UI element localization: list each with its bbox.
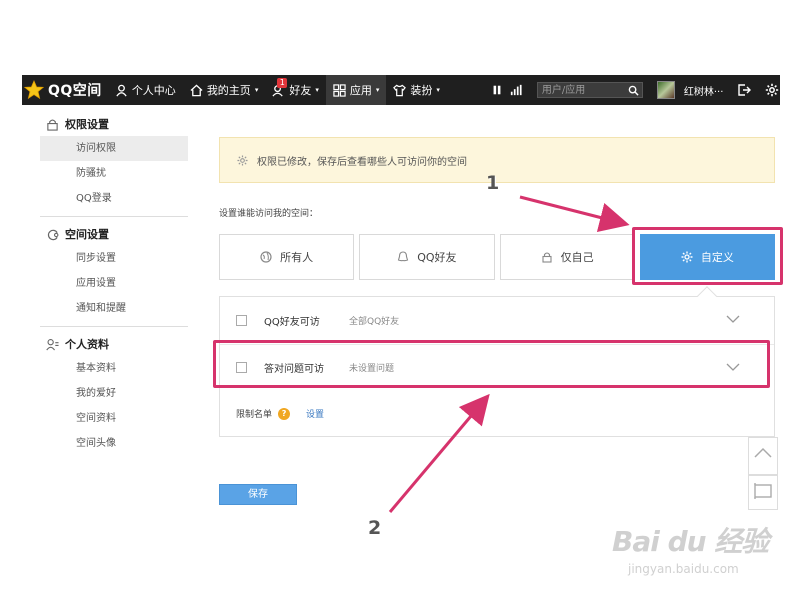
annotation-arrow-1 [519,195,630,233]
home-icon [190,84,203,96]
gear-icon [237,154,248,166]
shirt-icon [393,84,407,96]
topbar-tools [491,84,523,96]
option-label: 所有人 [280,251,314,264]
sidebar-item-basic-info[interactable]: 基本资料 [40,356,188,381]
checkbox[interactable] [236,314,247,326]
space-settings-icon [47,229,59,240]
option-label: 仅自己 [560,251,594,264]
sidebar-item-space-info[interactable]: 空间资料 [40,406,188,431]
feedback-button[interactable] [748,475,778,510]
watermark-url: jingyan.baidu.com [628,562,739,576]
restricted-list: 限制名单 ? 设置 [236,407,324,420]
divider [40,326,188,327]
chevron-down-icon: ▾ [375,86,380,94]
nav-dressup[interactable]: 装扮 ▾ [386,75,447,105]
window-icon [754,483,772,499]
username[interactable]: 红树林··· [684,83,724,98]
rule-detail: 全部QQ好友 [349,316,400,327]
save-button[interactable]: 保存 [219,484,297,505]
option-label: QQ好友 [417,251,457,264]
chevron-down-icon: ▾ [254,86,259,94]
person-icon [116,84,127,96]
logo-text: QQ空间 [48,83,102,99]
divider [40,216,188,217]
watermark-logo-text: Bai du 经验 [612,525,769,558]
globe-icon [260,251,272,263]
rule-label: QQ好友可访 [264,316,320,328]
lock-icon [542,252,552,263]
lock-icon [47,119,58,131]
search-box [536,82,643,98]
sidebar-item-anti-harassment[interactable]: 防骚扰 [40,161,188,186]
option-only-me[interactable]: 仅自己 [499,234,635,280]
sidebar-item-sync-settings[interactable]: 同步设置 [40,246,188,271]
chevron-down-icon: ▾ [315,86,319,94]
signal-bars-icon[interactable] [509,84,523,96]
sidebar-item-app-settings[interactable]: 应用设置 [40,271,188,296]
screenshot-frame: QQ空间 个人中心 我的主页 ▾ 1 好友 ▾ 应用 ▾ 装扮 ▾ 用户/应用 … [0,0,800,600]
highlight-box-answer-question [213,340,770,388]
notification-badge: 1 [277,78,288,88]
nav-apps[interactable]: 应用 ▾ [325,75,387,105]
help-icon[interactable]: ? [278,407,291,420]
sidebar-item-access-permission[interactable]: 访问权限 [40,136,188,161]
highlight-box-custom [632,227,783,285]
baidu-watermark: Bai du 经验 jingyan.baidu.com [612,520,769,576]
notice-text: 权限已修改，保存后查看哪些人可访问你的空间 [257,156,467,168]
chevron-down-icon[interactable] [726,314,740,324]
option-qq-friends[interactable]: QQ好友 [359,234,495,280]
sidebar-item-hobbies[interactable]: 我的爱好 [40,381,188,406]
sidebar-section-title: 个人资料 [65,338,109,351]
star-logo-icon [24,80,44,100]
pause-icon[interactable] [491,84,503,96]
annotation-number-2: 2 [368,517,382,539]
search-input[interactable] [537,83,642,98]
top-nav-bar: QQ空间 个人中心 我的主页 ▾ 1 好友 ▾ 应用 ▾ 装扮 ▾ 用户/应用 … [22,75,780,105]
sidebar-item-space-avatar[interactable]: 空间头像 [40,431,188,456]
search-icon[interactable] [628,85,639,96]
restricted-list-label: 限制名单 [236,410,273,420]
nav-personal-center[interactable]: 个人中心 [108,75,183,105]
avatar[interactable] [656,81,675,99]
annotation-number-1: 1 [486,172,500,194]
sidebar-section-title: 权限设置 [65,118,109,131]
sidebar-item-qq-login[interactable]: QQ登录 [40,186,188,211]
profile-icon [46,338,59,350]
sidebar-section-permissions: 权限设置 [40,112,188,136]
nav-label: 个人中心 [131,84,176,97]
scroll-to-top-button[interactable] [748,437,778,475]
apps-grid-icon [333,83,346,97]
option-everyone[interactable]: 所有人 [219,234,355,280]
nav-label: 我的主页 [206,84,251,97]
logout-icon[interactable] [737,83,752,97]
sidebar-item-notifications[interactable]: 通知和提醒 [40,296,188,321]
settings-sidebar: 权限设置 访问权限 防骚扰 QQ登录 空间设置 同步设置 应用设置 通知和提醒 … [40,112,188,456]
sidebar-section-title: 空间设置 [65,228,109,241]
chevron-down-icon: ▾ [436,86,440,94]
gear-icon[interactable] [765,83,779,97]
nav-label: 应用 [349,84,372,97]
sidebar-section-profile: 个人资料 [40,332,188,356]
qzone-logo[interactable]: QQ空间 [22,80,102,100]
rule-row-qq-friends[interactable]: QQ好友可访 全部QQ好友 [220,297,774,343]
nav-friends[interactable]: 1 好友 ▾ [265,75,326,105]
access-prompt: 设置谁能访问我的空间： [219,209,319,219]
restricted-list-settings-link[interactable]: 设置 [306,407,324,420]
nav-label: 装扮 [410,84,433,97]
nav-my-home[interactable]: 我的主页 ▾ [183,75,266,105]
nav-label: 好友 [289,84,312,97]
qq-penguin-icon [398,251,409,262]
sidebar-section-space-settings: 空间设置 [40,222,188,246]
chevron-up-icon [754,447,772,458]
